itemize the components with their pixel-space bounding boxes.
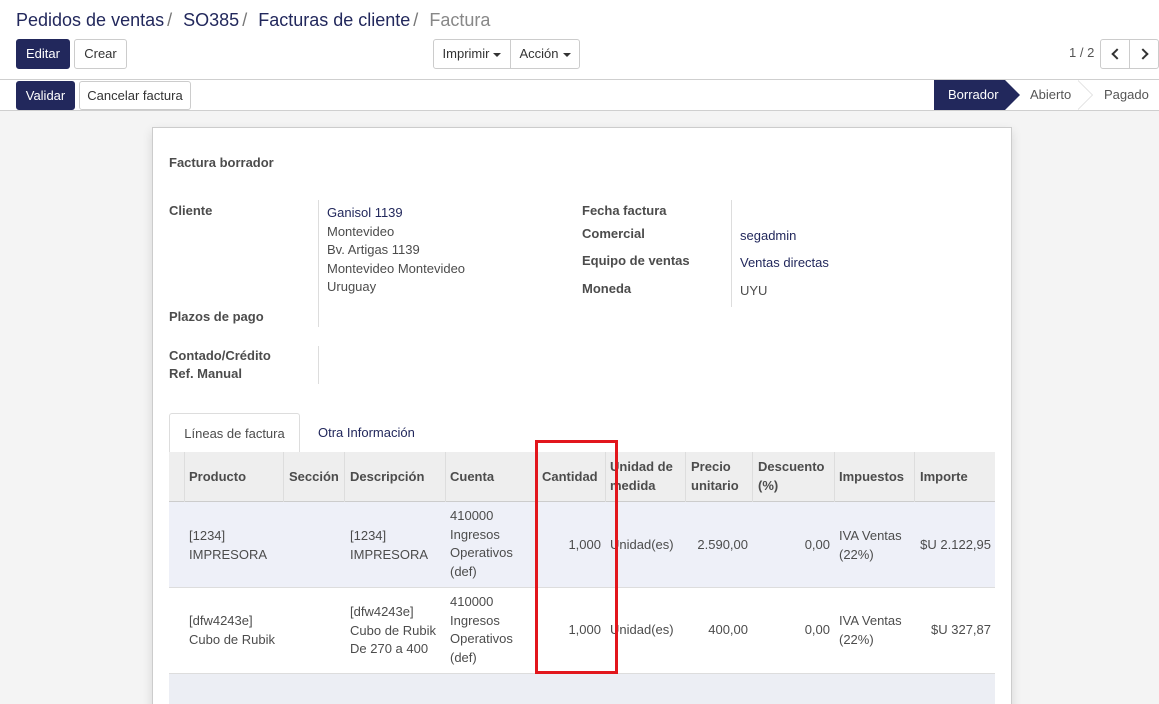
breadcrumb-current: Factura <box>429 10 491 30</box>
status-bar: Validar Cancelar factura Borrador Abiert… <box>0 80 1159 111</box>
cell-descripcion: [1234] IMPRESORA <box>350 528 429 562</box>
chevron-down-icon <box>493 52 502 57</box>
cliente-label: Cliente <box>169 203 213 218</box>
col-importe[interactable]: Importe <box>920 467 968 486</box>
create-button[interactable]: Crear <box>74 39 127 69</box>
fecha-factura-label: Fecha factura <box>582 203 667 218</box>
stage-pagado[interactable]: Pagado <box>1104 80 1159 110</box>
cliente-address-line: Bv. Artigas 1139 <box>327 242 420 257</box>
col-unidad-medida[interactable]: Unidad de medida <box>610 457 673 495</box>
cell-impuestos: IVA Ventas (22%) <box>839 528 902 562</box>
cell-cuenta: 410000 Ingresos Operativos (def) <box>450 594 513 665</box>
cliente-address-line: Uruguay <box>327 279 377 294</box>
col-impuestos[interactable]: Impuestos <box>839 467 904 486</box>
cancel-invoice-button[interactable]: Cancelar factura <box>79 81 191 110</box>
action-label: Acción <box>519 46 559 61</box>
col-descuento-line2: (%) <box>758 478 779 493</box>
breadcrumb-item-pedidos[interactable]: Pedidos de ventas <box>16 10 164 30</box>
tab-otra-informacion[interactable]: Otra Información <box>318 413 428 453</box>
cell-cuenta: 410000 Ingresos Operativos (def) <box>450 508 513 579</box>
plazos-label: Plazos de pago <box>169 309 264 324</box>
col-seccion[interactable]: Sección <box>289 467 339 486</box>
invoice-sheet: Factura borrador Cliente Ganisol 1139 Mo… <box>152 127 1012 704</box>
comercial-value[interactable]: segadmin <box>740 228 796 243</box>
moneda-label: Moneda <box>582 281 632 296</box>
edit-button[interactable]: Editar <box>16 39 70 69</box>
cell-descuento: 0,00 <box>804 622 830 637</box>
breadcrumb: Pedidos de ventas / SO385/ Facturas de cl… <box>16 10 491 30</box>
cell-impuestos: IVA Ventas (22%) <box>839 613 902 647</box>
comercial-label: Comercial <box>582 226 645 241</box>
cell-importe: $U 2.122,95 <box>920 537 991 552</box>
cell-producto: [dfw4243e] Cubo de Rubik <box>189 613 275 647</box>
chevron-right-icon <box>1136 48 1149 60</box>
tab-lineas-factura[interactable]: Líneas de factura <box>169 413 300 453</box>
ref-manual-label: Ref. Manual <box>169 366 242 381</box>
contado-label: Contado/Crédito <box>169 348 271 363</box>
stage-separator <box>1077 80 1093 110</box>
validate-button[interactable]: Validar <box>16 81 75 110</box>
equipo-ventas-label: Equipo de ventas <box>582 253 690 268</box>
cell-unidad: Unidad(es) <box>610 622 674 637</box>
cell-precio: 400,00 <box>708 622 748 637</box>
col-descuento[interactable]: Descuento (%) <box>758 457 824 495</box>
pager-previous-button[interactable] <box>1100 39 1130 69</box>
breadcrumb-item-so[interactable]: SO385 <box>183 10 239 30</box>
field-divider <box>731 200 732 307</box>
cliente-name-link[interactable]: Ganisol 1139 <box>327 205 403 220</box>
cell-producto: [1234] IMPRESORA <box>189 528 268 562</box>
cell-unidad: Unidad(es) <box>610 537 674 552</box>
cliente-address-line: Montevideo <box>327 224 395 239</box>
col-unidad-line1: Unidad de <box>610 459 673 474</box>
print-dropdown[interactable]: Imprimir <box>433 39 511 69</box>
field-divider <box>318 200 319 327</box>
cell-descuento: 0,00 <box>804 537 830 552</box>
col-precio-line1: Precio <box>691 459 731 474</box>
action-dropdown[interactable]: Acción <box>510 39 580 69</box>
highlight-box <box>535 440 618 674</box>
col-descuento-line1: Descuento <box>758 459 825 474</box>
col-precio-line2: unitario <box>691 478 739 493</box>
col-cuenta[interactable]: Cuenta <box>450 467 494 486</box>
print-label: Imprimir <box>442 46 490 61</box>
pager-next-button[interactable] <box>1129 39 1159 69</box>
cell-precio: 2.590,00 <box>697 537 748 552</box>
breadcrumb-item-facturas[interactable]: Facturas de cliente <box>258 10 410 30</box>
cliente-address-line: Montevideo Montevideo <box>327 261 466 276</box>
form-title: Factura borrador <box>169 155 274 170</box>
equipo-ventas-value[interactable]: Ventas directas <box>740 255 829 270</box>
col-producto[interactable]: Producto <box>189 467 246 486</box>
chevron-left-icon <box>1110 48 1123 60</box>
moneda-value: UYU <box>740 283 768 298</box>
pager-value[interactable]: 1 / 2 <box>1069 45 1094 60</box>
col-descripcion[interactable]: Descripción <box>350 467 424 486</box>
chevron-down-icon <box>562 52 571 57</box>
stage-borrador[interactable]: Borrador <box>934 80 1020 110</box>
field-divider <box>318 346 319 384</box>
table-footer <box>169 674 995 704</box>
cell-importe: $U 327,87 <box>931 622 991 637</box>
control-panel: Pedidos de ventas / SO385/ Facturas de cl… <box>0 0 1159 80</box>
col-precio-unitario[interactable]: Precio unitario <box>691 457 739 495</box>
cell-descripcion: [dfw4243e] Cubo de Rubik De 270 a 400 <box>350 604 436 656</box>
